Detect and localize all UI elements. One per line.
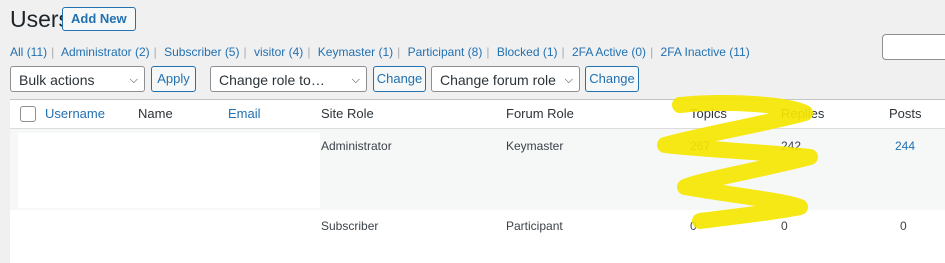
chevron-down-icon: ⌵ [351,74,360,86]
filter-participant[interactable]: Participant (8) [408,45,483,59]
site-role-cell: Subscriber [321,219,379,233]
posts-cell: 0 [900,219,907,233]
add-new-button[interactable]: Add New [62,7,136,31]
forum-role-cell: Keymaster [506,139,564,153]
filter-2fa-active[interactable]: 2FA Active (0) [572,45,646,59]
role-filter-links: All (11) | Administrator (2) | Subscriber … [10,45,750,59]
column-username[interactable]: Username [45,106,105,121]
change-forum-role-button[interactable]: Change [585,66,639,92]
site-role-cell: Administrator [321,139,392,153]
filter-all[interactable]: All (11) [10,45,47,59]
redacted-user-area [18,133,320,208]
forum-role-cell: Participant [506,219,563,233]
chevron-down-icon: ⌵ [564,74,573,86]
filter-blocked[interactable]: Blocked (1) [497,45,558,59]
highlight-scribble [657,95,818,229]
search-input[interactable] [882,34,945,60]
column-posts: Posts [889,106,922,121]
posts-link[interactable]: 244 [895,139,915,153]
bulk-actions-select[interactable]: Bulk actions ⌵ [10,66,145,92]
select-all-checkbox[interactable] [20,106,36,122]
change-role-button[interactable]: Change [373,66,426,92]
apply-button[interactable]: Apply [151,66,196,92]
column-name: Name [138,106,173,121]
filter-subscriber[interactable]: Subscriber (5) [164,45,239,59]
change-role-select[interactable]: Change role to… ⌵ [210,66,367,92]
column-email[interactable]: Email [228,106,261,121]
change-forum-role-select[interactable]: Change forum role to…⌵ [431,66,580,114]
chevron-down-icon: ⌵ [129,74,138,86]
filter-visitor[interactable]: visitor (4) [254,45,303,59]
filter-2fa-inactive[interactable]: 2FA Inactive (11) [661,45,750,59]
filter-keymaster[interactable]: Keymaster (1) [318,45,393,59]
column-forum-role: Forum Role [506,106,574,121]
filter-administrator[interactable]: Administrator (2) [61,45,150,59]
column-site-role: Site Role [321,106,374,121]
